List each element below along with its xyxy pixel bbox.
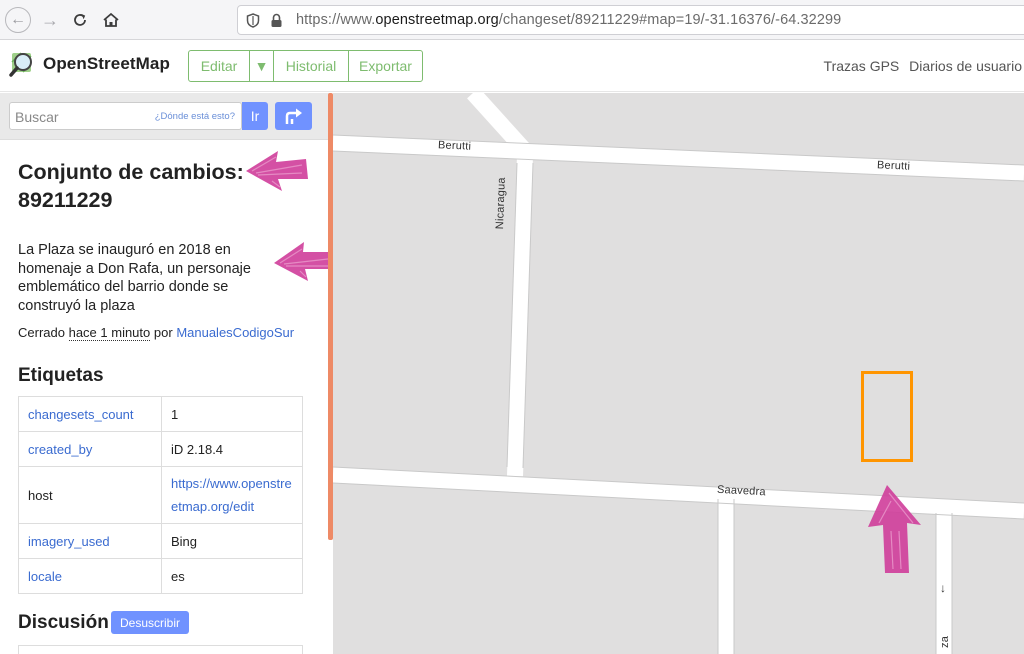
edit-dropdown-button[interactable]: ▼ (249, 51, 273, 81)
changeset-comment: La Plaza se inauguró en 2018 en homenaje… (18, 242, 251, 314)
street-label: Nicaragua (494, 177, 508, 230)
directions-icon (285, 108, 302, 124)
tag-key[interactable]: created_by (18, 431, 162, 467)
tag-key[interactable]: locale (18, 558, 162, 594)
street-label: za (939, 635, 951, 648)
sidebar: Buscar ¿Dónde está esto? Ir Conjunto de … (0, 93, 330, 654)
address-bar[interactable]: https://www.openstreetmap.org/changeset/… (237, 5, 1024, 35)
url-text: https://www.openstreetmap.org/changeset/… (296, 12, 842, 28)
tag-value: iD 2.18.4 (161, 431, 303, 467)
tag-value: https://www.openstreetmap.org/edit (161, 466, 303, 524)
unsubscribe-button[interactable]: Desuscribir (111, 611, 190, 634)
closed-time: hace 1 minuto (68, 325, 151, 341)
search-bar: Buscar ¿Dónde está esto? Ir (0, 93, 330, 140)
annotation-arrow-icon (274, 242, 330, 281)
tag-value: 1 (161, 396, 303, 432)
edit-button[interactable]: Editar (189, 51, 249, 81)
table-row: host https://www.openstreetmap.org/edit (18, 466, 303, 524)
search-input[interactable]: Buscar ¿Dónde está esto? (9, 102, 242, 130)
osm-logo[interactable]: OpenStreetMap (9, 50, 170, 78)
home-icon (103, 12, 119, 27)
tag-value: es (161, 558, 303, 594)
back-button[interactable]: ← (5, 7, 31, 33)
closed-label: Cerrado (18, 325, 65, 340)
user-link[interactable]: ManualesCodigoSur (176, 325, 294, 340)
changeset-title: Conjunto de cambios: 89211229 (18, 160, 244, 212)
where-is-this-link[interactable]: ¿Dónde está esto? (155, 111, 235, 122)
site-header: OpenStreetMap Editar ▼ Historial Exporta… (0, 40, 1024, 92)
tags-table: changesets_count 1 created_by iD 2.18.4 … (18, 396, 303, 594)
directions-button[interactable] (275, 102, 312, 130)
forward-arrow-icon: → (41, 9, 59, 30)
tag-key[interactable]: changesets_count (18, 396, 162, 432)
host-link[interactable]: https://www.openstreetmap.org/edit (171, 472, 293, 518)
user-diaries-link[interactable]: Diarios de usuario (909, 58, 1022, 74)
go-button[interactable]: Ir (242, 102, 268, 130)
table-row: locale es (18, 558, 303, 594)
edit-button-group: Editar ▼ Historial Exportar (188, 50, 423, 82)
street-label: Berutti (437, 139, 472, 153)
export-button[interactable]: Exportar (348, 51, 422, 81)
table-row: changesets_count 1 (18, 396, 303, 432)
caret-down-icon: ▼ (254, 58, 269, 74)
logo-text: OpenStreetMap (43, 54, 170, 73)
tags-heading: Etiquetas (18, 365, 104, 386)
shield-icon[interactable] (246, 13, 260, 28)
osm-magnifier-logo-icon (9, 52, 32, 77)
reload-icon (74, 14, 86, 26)
home-button[interactable] (97, 6, 125, 34)
discussion-heading: Discusión (18, 612, 109, 633)
map-view[interactable]: Berutti Berutti Nicaragua Saavedra za ↓ (333, 93, 1024, 654)
changeset-bounding-box[interactable] (861, 371, 913, 462)
one-way-arrow-icon: ↓ (940, 581, 947, 595)
street-label: Berutti (876, 159, 911, 173)
reload-button[interactable] (66, 6, 94, 34)
by-label: por (153, 325, 173, 340)
tag-key: host (18, 466, 162, 524)
comment-box[interactable] (18, 645, 303, 654)
top-nav-links: Trazas GPS Diarios de usuario (818, 58, 1022, 74)
street-label: Saavedra (716, 483, 766, 499)
tag-value: Bing (161, 523, 303, 559)
annotation-arrow-icon (868, 485, 921, 573)
forward-button[interactable]: → (36, 6, 64, 34)
browser-toolbar: ← → https://www.openstreetmap.org/change… (0, 0, 1024, 40)
lock-icon[interactable] (270, 13, 283, 28)
gps-traces-link[interactable]: Trazas GPS (824, 58, 900, 74)
app-root: ← → https://www.openstreetmap.org/change… (0, 0, 1024, 654)
changeset-closed-info: Cerrado hace 1 minuto por ManualesCodigo… (18, 325, 294, 341)
back-arrow-icon: ← (10, 11, 26, 28)
tag-key[interactable]: imagery_used (18, 523, 162, 559)
history-button[interactable]: Historial (273, 51, 348, 81)
table-row: created_by iD 2.18.4 (18, 431, 303, 467)
annotation-arrow-icon (246, 151, 308, 191)
search-placeholder: Buscar (15, 109, 59, 125)
table-row: imagery_used Bing (18, 523, 303, 559)
